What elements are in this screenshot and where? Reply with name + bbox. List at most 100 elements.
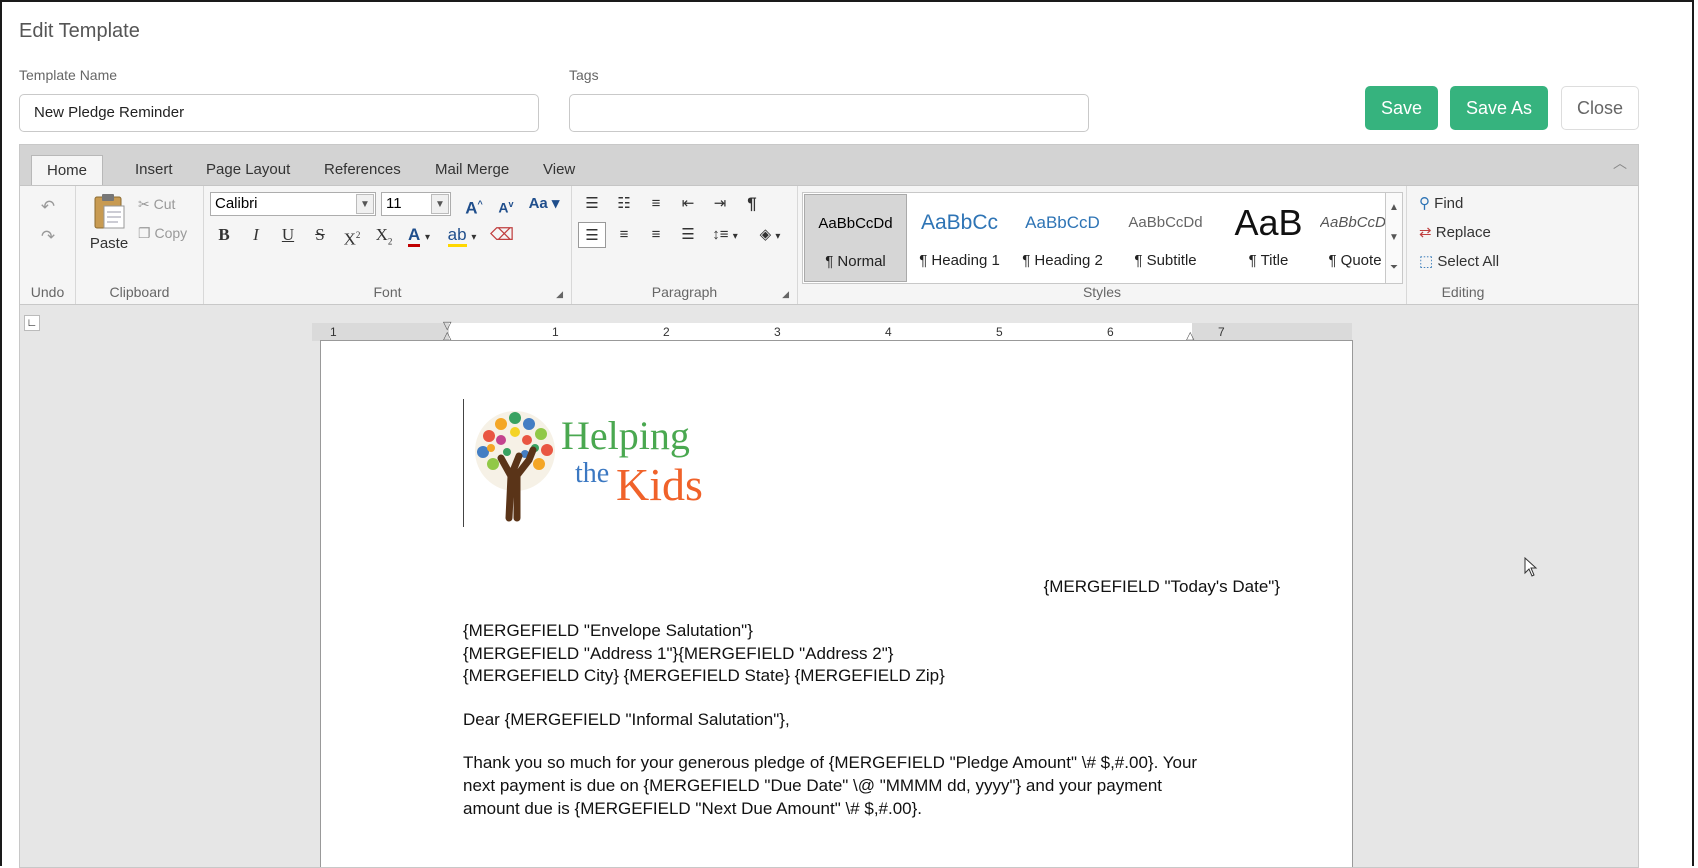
font-group-label: Font: [373, 284, 402, 300]
cut-button[interactable]: ✂ Cut: [138, 196, 202, 213]
tab-insert[interactable]: Insert: [120, 155, 188, 185]
underline-icon[interactable]: U: [274, 222, 302, 248]
more-styles-icon[interactable]: ⏷: [1386, 253, 1402, 283]
replace-icon: ⇄: [1419, 224, 1432, 241]
align-left-icon[interactable]: ☰: [578, 222, 606, 248]
undo-icon[interactable]: ↶: [34, 194, 62, 220]
undo-group-label: Undo: [30, 284, 65, 300]
align-right-icon[interactable]: ≡: [642, 222, 670, 248]
text-cursor: [463, 399, 464, 527]
copy-button[interactable]: ❐ Copy: [138, 225, 202, 242]
style-title[interactable]: AaB ¶ Title: [1217, 194, 1320, 282]
paragraph-group-label: Paragraph: [651, 284, 718, 300]
tab-mail-merge[interactable]: Mail Merge: [420, 155, 524, 185]
scroll-down-icon[interactable]: ▼: [1386, 223, 1402, 253]
ruler-tick-label: 7: [1218, 325, 1225, 339]
paste-label: Paste: [89, 235, 129, 252]
tab-home[interactable]: Home: [31, 155, 104, 185]
bullets-icon[interactable]: ☰: [578, 191, 606, 217]
undo-group: ↶ ↷ Undo: [20, 186, 76, 304]
font-size-select[interactable]: 11 ▼: [381, 192, 451, 216]
ruler: ∟ 1 1 2 3 4 5 6 7 ▽ △ △: [20, 305, 1638, 342]
clear-formatting-icon[interactable]: ⌫: [488, 222, 516, 248]
tab-stop-selector-icon[interactable]: ∟: [24, 315, 40, 331]
first-line-indent-marker[interactable]: ▽ △: [443, 321, 451, 342]
style-heading-1[interactable]: AaBbCc ¶ Heading 1: [908, 194, 1011, 282]
ribbon-tab-bar: Home Insert Page Layout References Mail …: [20, 145, 1638, 185]
style-preview: AaBbCcDd: [1128, 214, 1203, 231]
style-quote[interactable]: AaBbCcDd ¶ Quote: [1320, 194, 1390, 282]
line-spacing-icon[interactable]: ↕≡ ▾: [706, 222, 744, 248]
styles-group-label: Styles: [1082, 284, 1122, 300]
font-name-select[interactable]: Calibri ▼: [210, 192, 376, 216]
bold-icon[interactable]: B: [210, 222, 238, 248]
align-center-icon[interactable]: ≡: [610, 222, 638, 248]
editing-group: ⚲ Find ⇄ Replace ⬚ Select All Editing: [1407, 186, 1519, 304]
template-name-input[interactable]: New Pledge Reminder: [19, 94, 539, 132]
ruler-text-area: [449, 323, 1192, 341]
collapse-ribbon-icon[interactable]: ︿: [1613, 153, 1627, 173]
find-label: Find: [1434, 195, 1464, 212]
document-page[interactable]: Helping the Kids {MERGEFIELD "Today's Da…: [320, 340, 1353, 867]
style-label: ¶ Quote: [1328, 252, 1382, 269]
multilevel-list-icon[interactable]: ≡: [642, 191, 670, 217]
tree-icon: [475, 411, 555, 522]
save-as-button[interactable]: Save As: [1450, 86, 1548, 130]
styles-scroller[interactable]: ▲ ▼ ⏷: [1385, 192, 1403, 284]
tags-input[interactable]: [569, 94, 1089, 132]
increase-indent-icon[interactable]: ⇥: [706, 191, 734, 217]
tab-references[interactable]: References: [309, 155, 416, 185]
find-button[interactable]: ⚲ Find: [1419, 194, 1463, 212]
shading-icon[interactable]: ◈ ▾: [750, 222, 790, 248]
style-heading-2[interactable]: AaBbCcD ¶ Heading 2: [1011, 194, 1114, 282]
grow-font-icon[interactable]: A^: [460, 191, 488, 218]
styles-gallery: AaBbCcDd ¶ Normal AaBbCc ¶ Heading 1 AaB…: [802, 192, 1392, 284]
strikethrough-icon[interactable]: S: [306, 222, 334, 248]
helping-the-kids-logo: Helping the Kids: [471, 406, 721, 524]
style-subtitle[interactable]: AaBbCcDd ¶ Subtitle: [1114, 194, 1217, 282]
style-preview: AaB: [1234, 202, 1303, 243]
replace-label: Replace: [1435, 224, 1491, 241]
decrease-indent-icon[interactable]: ⇤: [674, 191, 702, 217]
ruler-tick-label: 3: [774, 325, 781, 339]
logo-kids-text: Kids: [616, 459, 703, 510]
style-label: ¶ Heading 1: [919, 252, 1000, 269]
replace-button[interactable]: ⇄ Replace: [1419, 223, 1491, 241]
change-case-icon[interactable]: Aa ▾: [524, 191, 564, 217]
clipboard-group: Paste ✂ Cut ❐ Copy Clipboard: [76, 186, 204, 304]
clipboard-group-label: Clipboard: [109, 284, 170, 300]
paste-button[interactable]: Paste: [84, 192, 134, 258]
style-preview: AaBbCcD: [1025, 213, 1100, 232]
ruler-tick-label: 6: [1107, 325, 1114, 339]
chevron-down-icon: ▼: [356, 194, 374, 214]
style-normal[interactable]: AaBbCcDd ¶ Normal: [804, 194, 907, 282]
font-color-icon[interactable]: A ▾: [402, 222, 436, 248]
save-button[interactable]: Save: [1365, 86, 1438, 130]
tab-view[interactable]: View: [528, 155, 590, 185]
italic-icon[interactable]: I: [242, 222, 270, 248]
ruler-track: 1 1 2 3 4 5 6 7 ▽ △ △: [312, 321, 1352, 342]
ruler-tick-label: 5: [996, 325, 1003, 339]
highlight-color-icon[interactable]: ab ▾: [444, 222, 480, 248]
template-name-label: Template Name: [19, 67, 118, 83]
justify-icon[interactable]: ☰: [674, 222, 702, 248]
show-formatting-marks-icon[interactable]: ¶: [738, 191, 766, 217]
address-line: {MERGEFIELD "Envelope Salutation"}: [463, 621, 753, 640]
scroll-up-icon[interactable]: ▲: [1386, 193, 1402, 223]
dialog-title: Edit Template: [19, 20, 140, 42]
superscript-icon[interactable]: X2: [338, 222, 366, 249]
select-all-button[interactable]: ⬚ Select All: [1419, 252, 1499, 270]
subscript-icon[interactable]: X2: [370, 222, 398, 248]
close-button[interactable]: Close: [1561, 86, 1639, 130]
shrink-font-icon[interactable]: Av: [492, 191, 520, 217]
tab-page-layout[interactable]: Page Layout: [191, 155, 305, 185]
style-label: ¶ Heading 2: [1022, 252, 1103, 269]
body-line: Thank you so much for your generous pled…: [463, 753, 1198, 772]
logo-the-text: the: [575, 458, 610, 489]
ruler-tick-label: 1: [552, 325, 559, 339]
styles-group: AaBbCcDd ¶ Normal AaBbCc ¶ Heading 1 AaB…: [798, 186, 1407, 304]
logo-helping-text: Helping: [561, 413, 690, 458]
select-all-icon: ⬚: [1419, 253, 1434, 270]
numbering-icon[interactable]: ☷: [610, 191, 638, 217]
redo-icon[interactable]: ↷: [34, 224, 62, 250]
